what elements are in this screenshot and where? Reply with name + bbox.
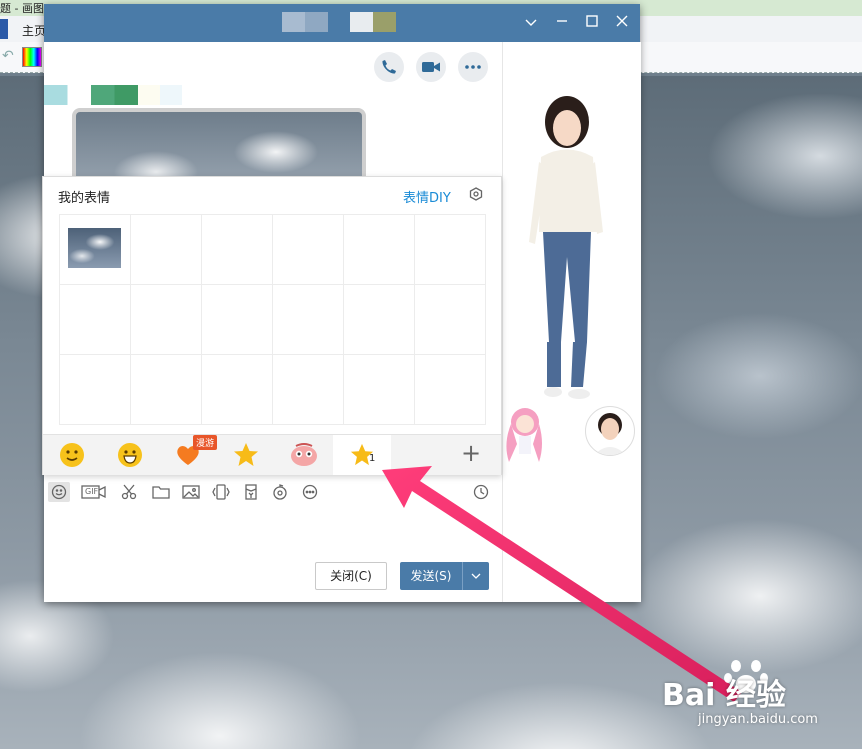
emoji-cell[interactable] — [131, 285, 202, 355]
emoji-cell[interactable] — [131, 355, 202, 425]
send-options-chevron-icon[interactable] — [462, 562, 489, 590]
emoji-cell[interactable] — [60, 215, 131, 285]
emoji-cell[interactable] — [273, 285, 344, 355]
tab-smile-face[interactable] — [43, 435, 101, 475]
close-button[interactable]: 关闭(C) — [315, 562, 387, 590]
folder-icon[interactable] — [150, 482, 172, 502]
star-icon — [234, 443, 258, 466]
paint-title-text: 题 - 画图 — [0, 2, 44, 15]
emoji-cell[interactable] — [202, 355, 273, 425]
close-icon[interactable] — [613, 14, 631, 32]
emoji-cell[interactable] — [344, 285, 415, 355]
clock-icon[interactable] — [470, 482, 492, 502]
roaming-badge: 漫游 — [193, 435, 218, 450]
scissors-icon[interactable] — [118, 482, 140, 502]
tab-grin-face[interactable] — [101, 435, 159, 475]
favorites-count: 1 — [369, 453, 376, 464]
cartoon-face-icon — [291, 443, 317, 466]
emoji-cell[interactable] — [60, 355, 131, 425]
emoji-cell[interactable] — [273, 215, 344, 285]
phone-icon[interactable] — [374, 52, 404, 82]
emoji-cell[interactable] — [202, 215, 273, 285]
video-icon[interactable] — [416, 52, 446, 82]
emoji-cell[interactable] — [344, 215, 415, 285]
gif-icon[interactable]: GIF — [80, 482, 108, 502]
contact-name-mosaic — [282, 12, 328, 32]
maximize-icon[interactable] — [583, 14, 601, 32]
emoji-cell[interactable] — [202, 285, 273, 355]
sender-name-mosaic — [44, 85, 182, 105]
tab-star[interactable] — [217, 435, 275, 475]
paint-file-menu[interactable] — [0, 19, 8, 39]
pet-character[interactable] — [503, 404, 543, 464]
red-packet-icon[interactable] — [240, 482, 262, 502]
cloud-sticker-thumbnail[interactable] — [68, 228, 121, 268]
add-emoji-button[interactable]: + — [461, 441, 481, 465]
minimize-icon[interactable] — [553, 14, 571, 32]
emoji-cell[interactable] — [415, 285, 486, 355]
chevron-down-icon[interactable] — [522, 14, 540, 32]
emoji-cell[interactable] — [60, 285, 131, 355]
paint-home-tab[interactable]: 主页 — [22, 22, 46, 39]
color-palette-icon[interactable] — [22, 47, 42, 67]
friend-avatar[interactable] — [585, 406, 635, 456]
qq-show-character — [529, 96, 603, 399]
emoji-cell[interactable] — [131, 215, 202, 285]
contact-status-mosaic — [350, 12, 396, 32]
emoji-cell[interactable] — [344, 355, 415, 425]
panel-title: 我的表情 — [58, 191, 111, 206]
grin-face-icon — [118, 443, 142, 467]
emoji-grid — [59, 214, 486, 425]
more-options-icon[interactable] — [299, 482, 321, 502]
more-icon[interactable] — [458, 52, 488, 82]
emoji-cell[interactable] — [415, 355, 486, 425]
send-button[interactable]: 发送(S) — [400, 562, 462, 590]
smile-face-icon — [60, 443, 84, 467]
contact-sidebar — [502, 42, 641, 602]
input-toolbar: GIF — [44, 478, 502, 506]
tab-cartoon[interactable] — [275, 435, 333, 475]
chat-titlebar — [44, 4, 640, 42]
watermark-url: jingyan.baidu.com — [698, 712, 818, 727]
baidu-watermark: Bai 经验 jingyan.baidu.com — [662, 656, 862, 749]
music-icon[interactable] — [269, 482, 291, 502]
shake-icon[interactable] — [210, 482, 232, 502]
emoji-panel: 我的表情 表情DIY 漫游 1 + — [42, 176, 502, 475]
image-icon[interactable] — [180, 482, 202, 502]
emoji-cell[interactable] — [415, 215, 486, 285]
undo-icon[interactable]: ↶ — [2, 48, 14, 64]
emoji-cell[interactable] — [273, 355, 344, 425]
emoji-icon[interactable] — [48, 482, 70, 502]
emoji-category-tabs: 漫游 1 + — [43, 434, 501, 475]
settings-hexagon-icon[interactable] — [469, 187, 483, 201]
watermark-logo-text: Bai 经验 — [662, 678, 786, 713]
tab-favorites[interactable] — [333, 435, 391, 475]
gif-label: GIF — [85, 487, 99, 496]
emoji-diy-link[interactable]: 表情DIY — [403, 187, 451, 206]
